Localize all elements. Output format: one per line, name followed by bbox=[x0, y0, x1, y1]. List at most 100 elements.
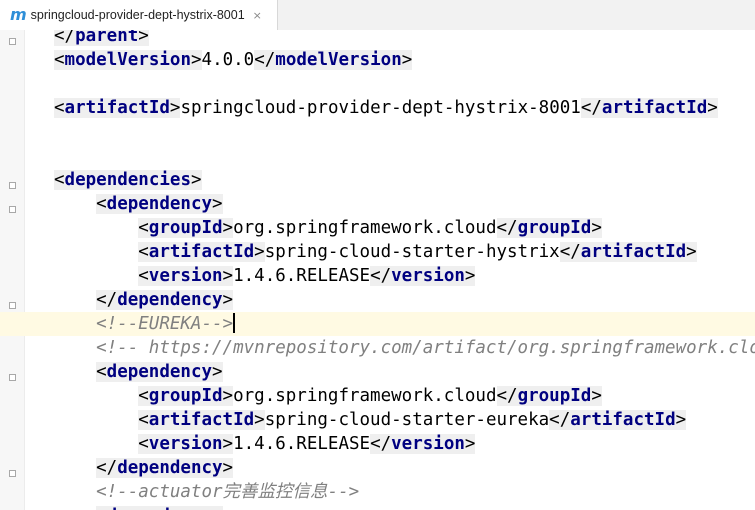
tag-bracket: > bbox=[591, 218, 602, 238]
tag-name: dependencies bbox=[64, 170, 191, 190]
tag-bracket: < bbox=[138, 218, 149, 238]
text-value: 1.4.6.RELEASE bbox=[233, 266, 371, 286]
tag-bracket: > bbox=[686, 242, 697, 262]
tag-bracket: < bbox=[96, 362, 107, 382]
code-editor[interactable]: </parent> <modelVersion>4.0.0</modelVersi… bbox=[0, 30, 755, 510]
tag-name: dependency bbox=[117, 458, 223, 478]
code-line[interactable] bbox=[0, 72, 755, 96]
tag-bracket: > bbox=[401, 50, 413, 70]
code-line[interactable]: </dependency> bbox=[0, 288, 755, 312]
comment-text: <!--actuator bbox=[96, 482, 223, 502]
tag-bracket: </ bbox=[496, 218, 518, 238]
code-line[interactable]: <version>1.4.6.RELEASE</version> bbox=[0, 264, 755, 288]
tag-bracket: > bbox=[675, 410, 687, 430]
tag-bracket: > bbox=[222, 218, 234, 238]
code-line[interactable]: <!--actuator完善监控信息--> bbox=[0, 480, 755, 504]
tag-name: version bbox=[391, 266, 465, 286]
tag-bracket: > bbox=[254, 242, 265, 262]
code-line[interactable]: <groupId>org.springframework.cloud</grou… bbox=[0, 216, 755, 240]
tag-bracket: > bbox=[169, 98, 181, 118]
tag-bracket: > bbox=[190, 170, 202, 190]
text-value: org.springframework.cloud bbox=[233, 218, 497, 238]
tag-bracket: > bbox=[464, 434, 476, 454]
comment-text: <!--EUREKA--> bbox=[96, 314, 234, 334]
close-icon[interactable]: × bbox=[253, 9, 262, 22]
text-caret bbox=[233, 313, 236, 333]
tag-bracket: > bbox=[222, 266, 234, 286]
tag-bracket: < bbox=[54, 170, 65, 190]
code-line[interactable]: <artifactId>spring-cloud-starter-hystrix… bbox=[0, 240, 755, 264]
tag-bracket: > bbox=[254, 410, 265, 430]
tag-bracket: < bbox=[138, 434, 149, 454]
editor-tab-bar: m springcloud-provider-dept-hystrix-8001… bbox=[0, 0, 755, 31]
tag-bracket: > bbox=[212, 362, 223, 382]
tag-name: artifactId bbox=[148, 242, 255, 262]
tag-bracket: > bbox=[222, 434, 234, 454]
tag-bracket: </ bbox=[370, 434, 392, 454]
tag-name: version bbox=[148, 434, 223, 454]
tag-bracket: < bbox=[54, 98, 65, 118]
tag-name: dependency bbox=[117, 290, 223, 310]
code-line[interactable]: <artifactId>spring-cloud-starter-eureka<… bbox=[0, 408, 755, 432]
text-value: 1.4.6.RELEASE bbox=[233, 434, 371, 454]
tag-bracket: </ bbox=[549, 410, 571, 430]
code-line[interactable]: <!--EUREKA--> bbox=[0, 312, 755, 336]
tag-bracket: > bbox=[464, 266, 476, 286]
code-line[interactable]: <artifactId>springcloud-provider-dept-hy… bbox=[0, 96, 755, 120]
code-line[interactable]: </dependency> bbox=[0, 456, 755, 480]
tag-bracket: < bbox=[96, 506, 107, 510]
tag-name: groupId bbox=[148, 386, 223, 406]
comment-text: <!-- https://mvnrepository.com/artifact/… bbox=[96, 338, 755, 358]
comment-text: 完善监控信息 bbox=[222, 482, 328, 502]
maven-m-icon: m bbox=[10, 5, 27, 24]
tag-name: artifactId bbox=[64, 98, 170, 118]
tag-bracket: </ bbox=[254, 50, 276, 70]
tag-name: artifactId bbox=[570, 410, 676, 430]
tag-bracket: > bbox=[190, 50, 202, 70]
code-line[interactable]: </parent> bbox=[0, 30, 755, 48]
code-line[interactable]: <!-- https://mvnrepository.com/artifact/… bbox=[0, 336, 755, 360]
tag-name: groupId bbox=[517, 386, 592, 406]
text-value: spring-cloud-starter-eureka bbox=[264, 410, 550, 430]
tag-name: modelVersion bbox=[64, 50, 191, 70]
comment-text: --> bbox=[327, 482, 360, 502]
tag-name: groupId bbox=[148, 218, 223, 238]
tag-name: artifactId bbox=[580, 242, 687, 262]
code-line[interactable]: <dependency> bbox=[0, 504, 755, 510]
tag-bracket: </ bbox=[559, 242, 581, 262]
tag-bracket: > bbox=[212, 506, 223, 510]
tag-bracket: > bbox=[222, 458, 234, 478]
tag-bracket: > bbox=[138, 30, 149, 46]
code-line[interactable]: <version>1.4.6.RELEASE</version> bbox=[0, 432, 755, 456]
tag-bracket: </ bbox=[370, 266, 392, 286]
tag-bracket: < bbox=[138, 266, 149, 286]
code-line[interactable]: <modelVersion>4.0.0</modelVersion> bbox=[0, 48, 755, 72]
tag-bracket: > bbox=[707, 98, 718, 118]
tag-name: artifactId bbox=[148, 410, 255, 430]
code-line[interactable] bbox=[0, 144, 755, 168]
code-line[interactable]: <dependency> bbox=[0, 360, 755, 384]
code-line[interactable]: <dependency> bbox=[0, 192, 755, 216]
tag-name: dependency bbox=[106, 194, 213, 214]
tag-bracket: > bbox=[222, 290, 234, 310]
tag-bracket: < bbox=[138, 410, 149, 430]
text-value: 4.0.0 bbox=[201, 50, 255, 70]
tag-name: version bbox=[148, 266, 223, 286]
tag-bracket: </ bbox=[96, 458, 118, 478]
tag-name: modelVersion bbox=[275, 50, 402, 70]
tag-bracket: < bbox=[138, 242, 149, 262]
code-line[interactable]: <dependencies> bbox=[0, 168, 755, 192]
code-line[interactable] bbox=[0, 120, 755, 144]
tag-bracket: </ bbox=[580, 98, 602, 118]
tag-bracket: > bbox=[212, 194, 223, 214]
tag-name: dependency bbox=[106, 506, 213, 510]
tag-bracket: < bbox=[96, 194, 107, 214]
code-line[interactable]: <groupId>org.springframework.cloud</grou… bbox=[0, 384, 755, 408]
tag-bracket: </ bbox=[96, 290, 118, 310]
tag-bracket: < bbox=[54, 50, 65, 70]
tag-name: version bbox=[391, 434, 465, 454]
tag-bracket: > bbox=[591, 386, 602, 406]
tag-name: artifactId bbox=[601, 98, 708, 118]
editor-tab[interactable]: m springcloud-provider-dept-hystrix-8001… bbox=[0, 0, 278, 30]
tag-bracket: > bbox=[222, 386, 234, 406]
